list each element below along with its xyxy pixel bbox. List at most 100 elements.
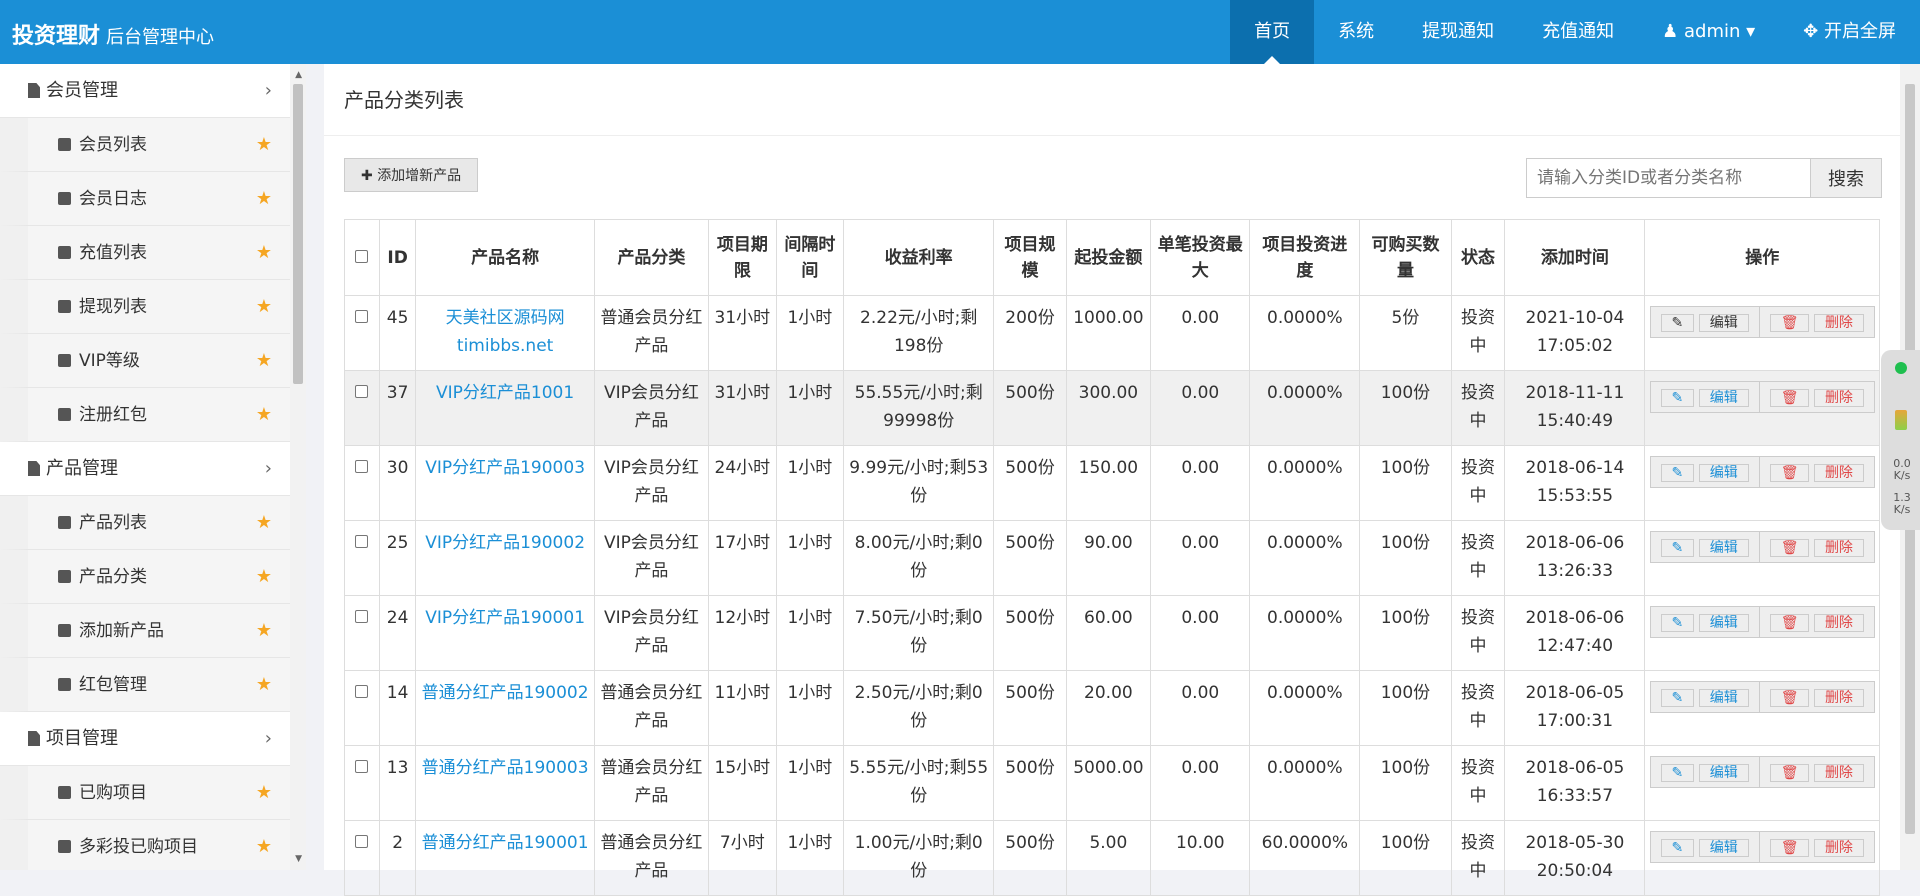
- column-header[interactable]: 项目投资进度: [1249, 219, 1361, 296]
- column-header[interactable]: 间隔时间: [775, 219, 845, 296]
- menu-item-withdraw-list[interactable]: 提现列表 ★: [0, 280, 290, 334]
- row-checkbox[interactable]: [355, 535, 369, 548]
- delete-button[interactable]: 🗑 删除: [1758, 306, 1875, 338]
- cell-product-name[interactable]: 普通分红产品190003: [415, 745, 595, 821]
- menu-item-add-product[interactable]: 添加新产品 ★: [0, 604, 290, 658]
- cell-actions: ✎ 编辑 🗑 删除: [1644, 295, 1880, 371]
- trash-icon: 🗑: [1769, 839, 1810, 857]
- edit-button[interactable]: ✎ 编辑: [1649, 756, 1759, 788]
- menu-group-products[interactable]: 产品管理 ›: [0, 442, 290, 496]
- star-icon: ★: [255, 242, 272, 263]
- menu-item-member-log[interactable]: 会员日志 ★: [0, 172, 290, 226]
- delete-button[interactable]: 🗑 删除: [1758, 456, 1875, 488]
- column-header[interactable]: 产品分类: [593, 219, 709, 296]
- cell-min-amount: 60.00: [1065, 595, 1152, 671]
- edit-button[interactable]: ✎ 编辑: [1649, 681, 1759, 713]
- cell-product-name[interactable]: 天美社区源码网timibbs.net: [415, 295, 595, 371]
- row-checkbox[interactable]: [355, 385, 369, 398]
- cell-max-amount: 10.00: [1150, 820, 1251, 896]
- cell-product-name[interactable]: VIP分红产品190003: [415, 445, 595, 521]
- delete-button[interactable]: 🗑 删除: [1758, 756, 1875, 788]
- menu-group-projects[interactable]: 项目管理 ›: [0, 712, 290, 766]
- add-product-button[interactable]: ✚ 添加增新产品: [344, 158, 479, 192]
- cell-max-amount: 0.00: [1150, 370, 1251, 446]
- column-header[interactable]: 状态: [1450, 219, 1506, 296]
- edit-button[interactable]: ✎ 编辑: [1649, 456, 1759, 488]
- scroll-down-icon[interactable]: ▼: [295, 854, 302, 864]
- menu-item-label: 添加新产品: [79, 621, 164, 641]
- trash-icon: 🗑: [1769, 614, 1810, 632]
- column-header[interactable]: 单笔投资最大: [1150, 219, 1251, 296]
- upload-speed-unit: K/s: [1893, 469, 1911, 482]
- row-checkbox[interactable]: [355, 760, 369, 773]
- menu-item-vip-level[interactable]: VIP等级 ★: [0, 334, 290, 388]
- menu-item-red-packet[interactable]: 红包管理 ★: [0, 658, 290, 712]
- nav-withdraw-notice[interactable]: 提现通知: [1398, 0, 1518, 64]
- column-header[interactable]: ID: [378, 219, 417, 296]
- puzzle-icon: [58, 840, 71, 853]
- edit-button[interactable]: ✎ 编辑: [1649, 306, 1759, 338]
- delete-button[interactable]: 🗑 删除: [1758, 531, 1875, 563]
- delete-button[interactable]: 🗑 删除: [1758, 831, 1875, 863]
- column-header[interactable]: 添加时间: [1504, 219, 1646, 296]
- menu-item-multi-purchased[interactable]: 多彩投已购项目 ★: [0, 820, 290, 870]
- edit-label: 编辑: [1698, 464, 1749, 482]
- edit-button[interactable]: ✎ 编辑: [1649, 831, 1759, 863]
- edit-button[interactable]: ✎ 编辑: [1649, 606, 1759, 638]
- puzzle-icon: [58, 678, 71, 691]
- cell-quantity: 100份: [1359, 520, 1452, 596]
- column-header[interactable]: 起投金额: [1065, 219, 1152, 296]
- cell-actions: ✎ 编辑 🗑 删除: [1644, 595, 1880, 671]
- row-checkbox[interactable]: [355, 835, 369, 848]
- menu-item-label: 产品列表: [79, 513, 147, 533]
- scroll-up-icon[interactable]: ▲: [295, 70, 302, 80]
- network-speed-widget[interactable]: 0.0 K/s 1.3 K/s: [1881, 350, 1920, 530]
- cell-product-name[interactable]: 普通分红产品190002: [415, 670, 595, 746]
- row-checkbox[interactable]: [355, 310, 369, 323]
- edit-button[interactable]: ✎ 编辑: [1649, 381, 1759, 413]
- trash-icon: 🗑: [1769, 314, 1810, 332]
- nav-system[interactable]: 系统: [1314, 0, 1398, 64]
- select-all-checkbox[interactable]: [355, 249, 369, 263]
- sidebar-scroll-thumb[interactable]: [293, 84, 303, 384]
- delete-button[interactable]: 🗑 删除: [1758, 606, 1875, 638]
- cell-product-name[interactable]: VIP分红产品190001: [415, 595, 595, 671]
- cell-product-name[interactable]: 普通分红产品190001: [415, 820, 595, 896]
- menu-item-product-category[interactable]: 产品分类 ★: [0, 550, 290, 604]
- cell-max-amount: 0.00: [1150, 295, 1251, 371]
- nav-home[interactable]: 首页: [1230, 0, 1315, 64]
- row-checkbox[interactable]: [355, 610, 369, 623]
- menu-item-member-list[interactable]: 会员列表 ★: [0, 118, 290, 172]
- sidebar-scrollbar[interactable]: ▲ ▼: [290, 64, 306, 870]
- search-input[interactable]: [1526, 158, 1811, 198]
- row-checkbox[interactable]: [355, 685, 369, 698]
- column-header[interactable]: 可购买数量: [1359, 219, 1452, 296]
- nav-admin[interactable]: ♟ admin ▾: [1638, 0, 1779, 64]
- delete-button[interactable]: 🗑 删除: [1758, 381, 1875, 413]
- column-header[interactable]: 收益利率: [843, 219, 995, 296]
- cell-product-name[interactable]: VIP分红产品1001: [415, 370, 595, 446]
- column-header[interactable]: 项目期限: [707, 219, 777, 296]
- cell-time: 2018-06-14 15:53:55: [1504, 445, 1646, 521]
- menu-group-members[interactable]: 会员管理 ›: [0, 64, 290, 118]
- nav-admin-label: admin: [1683, 21, 1741, 42]
- nav-recharge-notice[interactable]: 充值通知: [1518, 0, 1638, 64]
- column-header[interactable]: 产品名称: [415, 219, 595, 296]
- row-checkbox[interactable]: [355, 460, 369, 473]
- cell-time: 2018-06-05 17:00:31: [1504, 670, 1646, 746]
- column-header[interactable]: 项目规模: [993, 219, 1067, 296]
- menu-item-label: 充值列表: [79, 243, 147, 263]
- menu-item-product-list[interactable]: 产品列表 ★: [0, 496, 290, 550]
- menu-item-purchased[interactable]: 已购项目 ★: [0, 766, 290, 820]
- cell-product-name[interactable]: VIP分红产品190002: [415, 520, 595, 596]
- menu-item-signup-bonus[interactable]: 注册红包 ★: [0, 388, 290, 442]
- nav-fullscreen[interactable]: ✥ 开启全屏: [1779, 0, 1920, 64]
- delete-button[interactable]: 🗑 删除: [1758, 681, 1875, 713]
- edit-icon: ✎: [1660, 389, 1695, 407]
- menu-item-recharge-list[interactable]: 充值列表 ★: [0, 226, 290, 280]
- edit-button[interactable]: ✎ 编辑: [1649, 531, 1759, 563]
- puzzle-icon: [58, 354, 71, 367]
- file-icon: [28, 461, 40, 476]
- search-button[interactable]: 搜索: [1811, 158, 1882, 198]
- cell-progress: 0.0000%: [1249, 445, 1361, 521]
